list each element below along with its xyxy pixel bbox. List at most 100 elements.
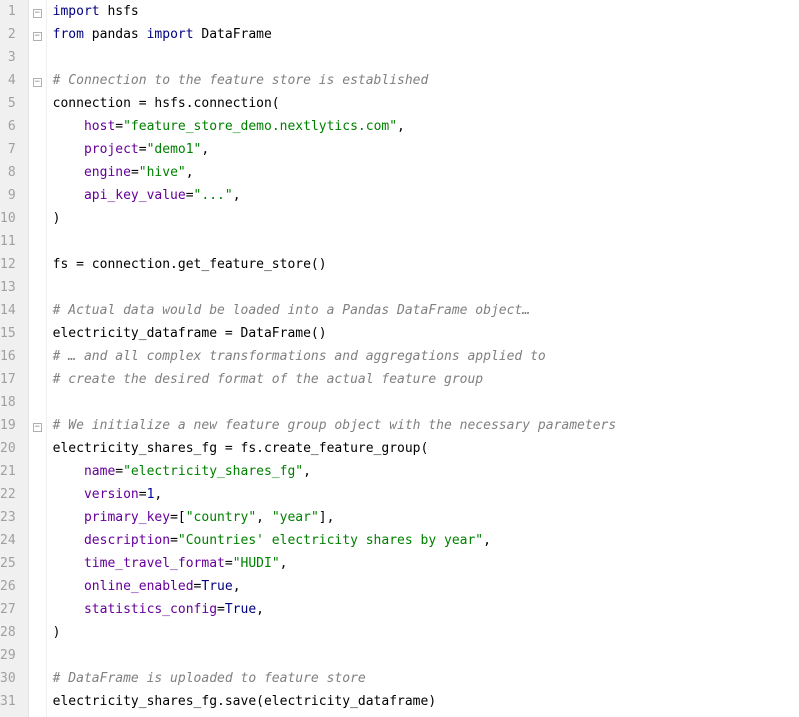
- fold-minus-icon[interactable]: −: [33, 32, 42, 41]
- fold-cell: [29, 253, 46, 276]
- fold-minus-icon[interactable]: −: [33, 423, 42, 432]
- code-line[interactable]: # … and all complex transformations and …: [53, 345, 799, 368]
- fold-cell: [29, 529, 46, 552]
- fold-cell: [29, 276, 46, 299]
- code-line[interactable]: [53, 46, 799, 69]
- fold-minus-icon[interactable]: −: [33, 78, 42, 87]
- code-line[interactable]: electricity_dataframe = DataFrame(): [53, 322, 799, 345]
- line-number: 18: [0, 391, 20, 414]
- token-id: ): [53, 625, 61, 640]
- line-number: 29: [0, 644, 20, 667]
- line-number: 1: [0, 0, 20, 23]
- code-line[interactable]: statistics_config=True,: [53, 598, 799, 621]
- line-number: 7: [0, 138, 20, 161]
- line-number: 10: [0, 207, 20, 230]
- code-line[interactable]: # DataFrame is uploaded to feature store: [53, 667, 799, 690]
- token-st: "electricity_shares_fg": [123, 464, 303, 479]
- line-number: 11: [0, 230, 20, 253]
- code-line[interactable]: time_travel_format="HUDI",: [53, 552, 799, 575]
- code-line[interactable]: api_key_value="...",: [53, 184, 799, 207]
- code-line[interactable]: name="electricity_shares_fg",: [53, 460, 799, 483]
- fold-cell: [29, 115, 46, 138]
- line-number: 17: [0, 368, 20, 391]
- line-number: 4: [0, 69, 20, 92]
- code-line[interactable]: from pandas import DataFrame: [53, 23, 799, 46]
- code-line[interactable]: project="demo1",: [53, 138, 799, 161]
- code-line[interactable]: connection = hsfs.connection(: [53, 92, 799, 115]
- token-id: [53, 188, 84, 203]
- fold-cell: [29, 575, 46, 598]
- token-id: ,: [256, 510, 272, 525]
- token-pa: api_key_value: [84, 188, 186, 203]
- token-id: =: [186, 188, 194, 203]
- token-id: ,: [233, 579, 241, 594]
- code-line[interactable]: import hsfs: [53, 0, 799, 23]
- token-st: "demo1": [147, 142, 202, 157]
- token-id: DataFrame: [194, 27, 272, 42]
- code-line[interactable]: ): [53, 207, 799, 230]
- line-number: 14: [0, 299, 20, 322]
- line-number: 9: [0, 184, 20, 207]
- token-cm: # Connection to the feature store is est…: [53, 73, 429, 88]
- fold-minus-icon[interactable]: −: [33, 9, 42, 18]
- fold-cell: −: [29, 414, 46, 437]
- token-id: [53, 579, 84, 594]
- code-line[interactable]: version=1,: [53, 483, 799, 506]
- line-number: 25: [0, 552, 20, 575]
- token-bl: True: [201, 579, 232, 594]
- token-id: ,: [233, 188, 241, 203]
- token-id: ,: [397, 119, 405, 134]
- line-number: 20: [0, 437, 20, 460]
- code-line[interactable]: [53, 276, 799, 299]
- code-line[interactable]: fs = connection.get_feature_store(): [53, 253, 799, 276]
- line-number: 5: [0, 92, 20, 115]
- line-number: 30: [0, 667, 20, 690]
- code-line[interactable]: [53, 391, 799, 414]
- line-number: 27: [0, 598, 20, 621]
- token-pa: online_enabled: [84, 579, 194, 594]
- code-line[interactable]: [53, 230, 799, 253]
- fold-cell: [29, 161, 46, 184]
- token-id: =: [170, 533, 178, 548]
- token-cm: # … and all complex transformations and …: [53, 349, 546, 364]
- token-id: ,: [201, 142, 209, 157]
- fold-cell: [29, 184, 46, 207]
- token-id: hsfs: [100, 4, 139, 19]
- fold-cell: [29, 460, 46, 483]
- token-pa: statistics_config: [84, 602, 217, 617]
- code-line[interactable]: host="feature_store_demo.nextlytics.com"…: [53, 115, 799, 138]
- code-line[interactable]: engine="hive",: [53, 161, 799, 184]
- token-id: electricity_shares_fg.save(electricity_d…: [53, 694, 437, 709]
- token-kw: from: [53, 27, 84, 42]
- code-line[interactable]: ): [53, 621, 799, 644]
- code-line[interactable]: # We initialize a new feature group obje…: [53, 414, 799, 437]
- token-cm: # We initialize a new feature group obje…: [53, 418, 617, 433]
- token-id: [53, 142, 84, 157]
- code-line[interactable]: # create the desired format of the actua…: [53, 368, 799, 391]
- code-line[interactable]: electricity_shares_fg = fs.create_featur…: [53, 437, 799, 460]
- token-id: =: [139, 142, 147, 157]
- code-line[interactable]: description="Countries' electricity shar…: [53, 529, 799, 552]
- code-area[interactable]: import hsfsfrom pandas import DataFrame #…: [47, 0, 799, 717]
- token-st: "HUDI": [233, 556, 280, 571]
- fold-cell: [29, 552, 46, 575]
- code-line[interactable]: # Actual data would be loaded into a Pan…: [53, 299, 799, 322]
- code-line[interactable]: electricity_shares_fg.save(electricity_d…: [53, 690, 799, 713]
- token-id: =: [139, 487, 147, 502]
- code-line[interactable]: [53, 644, 799, 667]
- token-st: "...": [194, 188, 233, 203]
- code-line[interactable]: online_enabled=True,: [53, 575, 799, 598]
- code-line[interactable]: primary_key=["country", "year"],: [53, 506, 799, 529]
- fold-cell: [29, 690, 46, 713]
- fold-cell: [29, 92, 46, 115]
- line-number: 26: [0, 575, 20, 598]
- fold-cell: −: [29, 69, 46, 92]
- token-id: electricity_dataframe = DataFrame(): [53, 326, 327, 341]
- code-editor: 1234567891011121314151617181920212223242…: [0, 0, 799, 717]
- fold-cell: [29, 230, 46, 253]
- code-line[interactable]: # Connection to the feature store is est…: [53, 69, 799, 92]
- line-number: 16: [0, 345, 20, 368]
- token-id: [53, 487, 84, 502]
- token-cm: # Actual data would be loaded into a Pan…: [53, 303, 530, 318]
- line-number: 15: [0, 322, 20, 345]
